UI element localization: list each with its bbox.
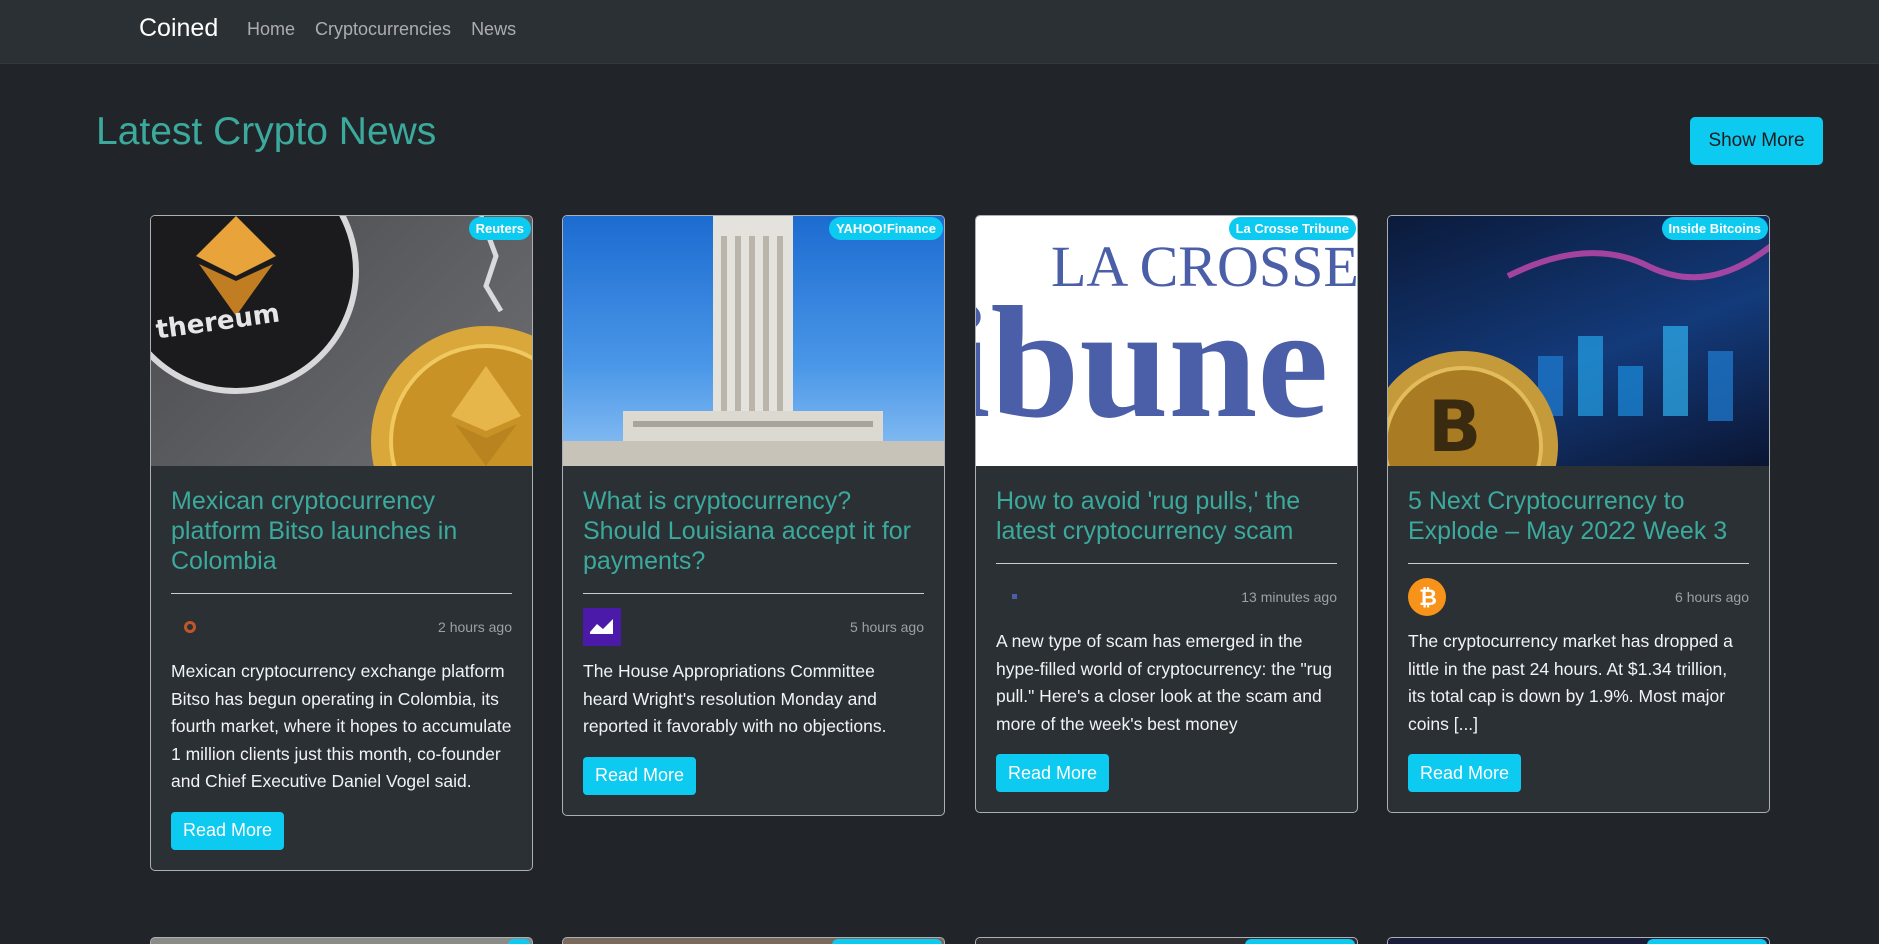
card-description: A new type of scam has emerged in the hy… <box>996 631 1332 734</box>
read-more-button[interactable]: Read More <box>1408 754 1522 792</box>
news-card: LA CROSSE ibune La Crosse Tribune How to… <box>975 215 1358 813</box>
source-badge <box>508 939 530 944</box>
yahoo-finance-icon <box>583 608 621 646</box>
source-badge <box>832 939 942 944</box>
card-title[interactable]: What is cryptocurrency? Should Louisiana… <box>583 486 924 594</box>
svg-text:B: B <box>1428 386 1481 466</box>
source-badge <box>1245 939 1355 944</box>
nav-link-cryptocurrencies[interactable]: Cryptocurrencies <box>315 19 451 40</box>
svg-text:ibune: ibune <box>976 273 1328 451</box>
published-time: 6 hours ago <box>1675 589 1749 605</box>
nav-links: Home Cryptocurrencies News <box>247 19 516 40</box>
show-more-button[interactable]: Show More <box>1690 117 1823 165</box>
published-time: 2 hours ago <box>438 619 512 635</box>
news-card-partial[interactable] <box>562 937 945 944</box>
bitcoin-chart-image: B <box>1388 243 1769 466</box>
news-card: B Inside Bitcoins 5 Next Cryptocurrency … <box>1387 215 1770 813</box>
source-badge: Inside Bitcoins <box>1661 217 1768 240</box>
bitcoin-icon: ₿ <box>1408 578 1446 616</box>
card-title[interactable]: 5 Next Cryptocurrency to Explode – May 2… <box>1408 486 1749 564</box>
brand-logo[interactable]: Coined <box>139 14 218 43</box>
news-card: YAHOO!Finance What is cryptocurrency? Sh… <box>562 215 945 816</box>
louisiana-capitol-image <box>563 216 944 466</box>
top-navbar: Coined Home Cryptocurrencies News <box>0 0 1879 64</box>
card-image[interactable]: thereum Reuters <box>151 216 532 466</box>
source-badge: YAHOO!Finance <box>829 217 943 240</box>
card-image[interactable]: YAHOO!Finance <box>563 216 944 466</box>
published-time: 13 minutes ago <box>1241 589 1337 605</box>
card-image[interactable]: B Inside Bitcoins <box>1388 216 1769 466</box>
la-crosse-tribune-icon <box>996 578 1034 616</box>
card-title[interactable]: How to avoid 'rug pulls,' the latest cry… <box>996 486 1337 564</box>
source-badge: La Crosse Tribune <box>1228 217 1356 240</box>
read-more-button[interactable]: Read More <box>171 811 285 850</box>
svg-text:₿: ₿ <box>1419 586 1437 611</box>
ethereum-coins-image: thereum <box>151 216 532 466</box>
nav-link-news[interactable]: News <box>471 19 516 40</box>
read-more-button[interactable]: Read More <box>996 754 1110 792</box>
card-description: Mexican cryptocurrency exchange platform… <box>171 661 512 791</box>
la-crosse-tribune-logo-image: LA CROSSE ibune <box>976 234 1357 451</box>
reuters-icon <box>171 608 209 646</box>
page-title: Latest Crypto News <box>96 110 437 153</box>
news-card-partial[interactable] <box>150 937 533 944</box>
news-card-partial[interactable] <box>975 937 1358 944</box>
read-more-button[interactable]: Read More <box>583 756 697 795</box>
card-description: The cryptocurrency market has dropped a … <box>1408 631 1733 734</box>
card-title[interactable]: Mexican cryptocurrency platform Bitso la… <box>171 486 512 594</box>
published-time: 5 hours ago <box>850 619 924 635</box>
card-description: The House Appropriations Committee heard… <box>583 661 887 736</box>
source-badge <box>1647 939 1767 944</box>
source-badge: Reuters <box>468 217 531 240</box>
news-card-partial[interactable] <box>1387 937 1770 944</box>
news-card: thereum Reuters Mexican cryptocurrency p… <box>150 215 533 871</box>
card-image[interactable]: LA CROSSE ibune La Crosse Tribune <box>976 216 1357 466</box>
nav-link-home[interactable]: Home <box>247 19 295 40</box>
